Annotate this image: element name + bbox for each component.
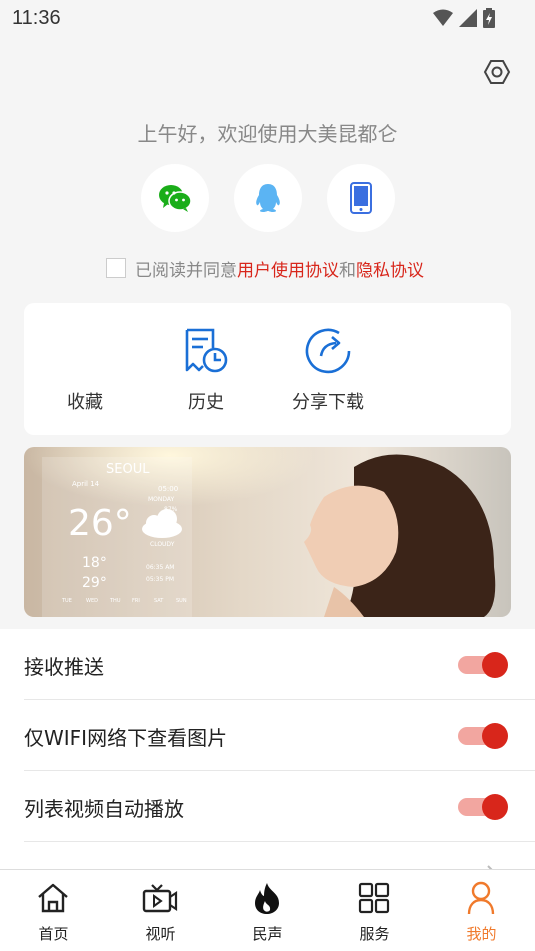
banner-weekday: SUN (176, 598, 187, 604)
setting-label: 列表视频自动播放 (24, 797, 184, 821)
tab-profile[interactable]: 我的 (428, 870, 535, 951)
setting-push-notifications: 接收推送 (24, 629, 535, 700)
tab-services[interactable]: 服务 (321, 870, 428, 951)
wechat-icon (159, 185, 192, 212)
user-agreement-link[interactable]: 用户使用协议 (237, 256, 339, 281)
settings-list: 接收推送 仅WIFI网络下查看图片 列表视频自动播放 (0, 629, 535, 869)
tab-voice[interactable]: 民声 (214, 870, 321, 951)
banner-sunset: 05:35 PM (146, 576, 174, 583)
greeting-text: 上午好，欢迎使用大美昆都仑 (137, 122, 398, 146)
signal-icon (459, 9, 477, 27)
tab-label: 服务 (359, 925, 390, 943)
setting-row-partial[interactable] (24, 842, 535, 869)
phone-login-button[interactable] (327, 164, 395, 232)
banner-condition: CLOUDY (150, 541, 175, 548)
banner-time: 05:00 (158, 485, 178, 493)
favorite-icon (59, 325, 111, 377)
settings-icon (483, 60, 511, 84)
agreement-conjunction: 和 (339, 260, 356, 281)
status-icons (433, 8, 495, 28)
tab-label: 首页 (38, 925, 69, 943)
setting-label: 接收推送 (24, 655, 104, 679)
tab-home[interactable]: 首页 (0, 870, 107, 951)
banner-weekday: TUE (61, 598, 72, 604)
privacy-agreement-link[interactable]: 隐私协议 (356, 256, 424, 281)
wifi-only-images-toggle[interactable] (458, 723, 510, 749)
agreement-prefix: 已阅读并同意 (135, 260, 237, 281)
banner-weekday: FRI (132, 598, 140, 604)
tab-label: 视听 (145, 925, 176, 943)
setting-label: 仅WIFI网络下查看图片 (24, 726, 228, 750)
login-options (141, 164, 395, 232)
quick-action-share-download[interactable]: 分享下载 (273, 303, 383, 435)
agreement-row: 已阅读并同意 用户使用协议 和 隐私协议 (106, 256, 424, 281)
history-icon (185, 328, 228, 373)
quick-action-label: 历史 (188, 392, 224, 413)
quick-action-favorites[interactable]: 收藏 (30, 303, 140, 435)
status-time: 11:36 (12, 7, 61, 29)
phone-icon (350, 182, 372, 214)
flame-icon (255, 883, 279, 914)
tab-label: 我的 (466, 925, 497, 943)
push-notifications-toggle[interactable] (458, 652, 510, 678)
autoplay-video-toggle[interactable] (458, 794, 510, 820)
grid-icon (358, 882, 390, 914)
banner-weekday: SAT (154, 598, 164, 604)
promo-banner[interactable]: SEOUL April 14 05:00 MONDAY 87% 26° CLOU… (24, 447, 511, 617)
profile-icon (467, 881, 495, 915)
banner-temperature: 26° (68, 503, 132, 544)
banner-weekday: THU (109, 598, 121, 604)
video-icon (142, 884, 178, 913)
banner-sunrise: 06:35 AM (146, 564, 174, 571)
share-icon (305, 328, 351, 374)
banner-image: SEOUL April 14 05:00 MONDAY 87% 26° CLOU… (24, 447, 511, 617)
agreement-checkbox[interactable] (106, 258, 126, 278)
quick-actions-card: 收藏 历史 分享下载 (24, 303, 511, 435)
setting-wifi-only-images: 仅WIFI网络下查看图片 (24, 700, 535, 771)
bottom-tab-bar: 首页 视听 民声 服务 我的 (0, 869, 535, 951)
banner-city: SEOUL (106, 462, 150, 477)
status-bar: 11:36 (0, 0, 535, 38)
setting-autoplay-video: 列表视频自动播放 (24, 771, 535, 842)
wechat-login-button[interactable] (141, 164, 209, 232)
banner-low: 18° (82, 555, 107, 571)
quick-action-label: 分享下载 (292, 392, 364, 413)
banner-date: April 14 (72, 480, 100, 488)
banner-high: 29° (82, 575, 107, 591)
qq-login-button[interactable] (234, 164, 302, 232)
banner-day: MONDAY (148, 496, 175, 503)
banner-weekday: WED (86, 598, 98, 604)
battery-icon (483, 8, 495, 28)
quick-action-label: 收藏 (67, 392, 103, 413)
wifi-icon (433, 9, 453, 26)
tab-video[interactable]: 视听 (107, 870, 214, 951)
settings-button[interactable] (482, 57, 512, 87)
qq-icon (256, 184, 280, 212)
home-icon (38, 883, 68, 913)
quick-action-history[interactable]: 历史 (151, 303, 261, 435)
tab-label: 民声 (252, 925, 283, 943)
